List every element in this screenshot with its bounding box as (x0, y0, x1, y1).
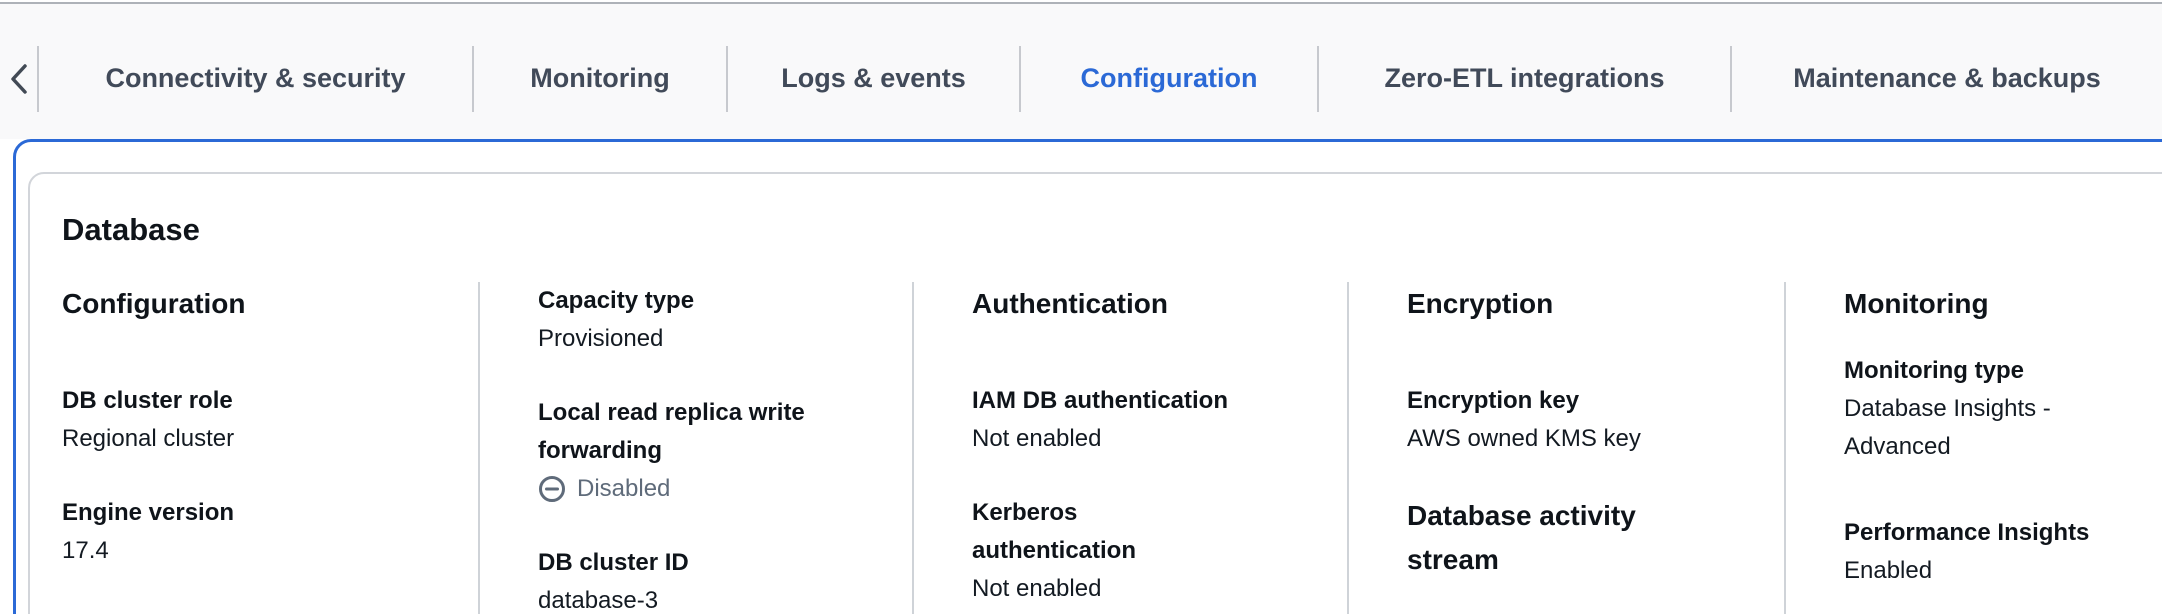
field-label: DB cluster role (62, 382, 448, 420)
field-value: Database Insights - Advanced (1844, 390, 2162, 466)
field-value: Not enabled (972, 570, 1317, 608)
chevron-left-icon (9, 63, 29, 95)
field-label: Engine lifecycle support (62, 606, 448, 614)
field-label: Performance Insights (1844, 514, 2162, 552)
field-encryption-key: Encryption key AWS owned KMS key (1407, 382, 1754, 458)
field-capacity-type: Capacity type Provisioned (538, 282, 882, 358)
summary-columns: Configuration DB cluster role Regional c… (62, 282, 2162, 614)
tab-maintenance-backups[interactable]: Maintenance & backups (1732, 18, 2162, 139)
field-value: database-3 (538, 582, 882, 614)
field-db-cluster-role: DB cluster role Regional cluster (62, 382, 448, 458)
minus-circle-icon (538, 475, 566, 503)
database-card: Database Configuration DB cluster role R… (28, 172, 2162, 614)
section-encryption: Encryption Encryption key AWS owned KMS … (1347, 282, 1784, 614)
field-value: Not enabled (972, 420, 1317, 458)
field-value: Enabled (1844, 552, 2162, 590)
field-value: 17.4 (62, 532, 448, 570)
rds-configuration-page: Connectivity & security Monitoring Logs … (0, 0, 2162, 614)
section-monitoring: Monitoring Monitoring type Database Insi… (1784, 282, 2162, 614)
field-local-read-replica-write-forwarding: Local read replica write forwarding Disa… (538, 394, 882, 508)
section-heading: Authentication (972, 282, 1317, 326)
field-label: Monitoring type (1844, 352, 2162, 390)
section-configuration: Configuration DB cluster role Regional c… (62, 282, 478, 614)
field-kerberos-authentication: Kerberos authentication Not enabled (972, 494, 1317, 608)
field-engine-version: Engine version 17.4 (62, 494, 448, 570)
field-label: Encryption key (1407, 382, 1754, 420)
field-value: AWS owned KMS key (1407, 420, 1754, 458)
field-value: Regional cluster (62, 420, 448, 458)
tab-zero-etl-integrations[interactable]: Zero-ETL integrations (1319, 18, 1730, 139)
field-iam-db-authentication: IAM DB authentication Not enabled (972, 382, 1317, 458)
detail-tabs: Connectivity & security Monitoring Logs … (0, 4, 2162, 139)
tab-logs-events[interactable]: Logs & events (728, 18, 1019, 139)
field-label: IAM DB authentication (972, 382, 1317, 420)
section-heading: Configuration (62, 282, 448, 326)
field-label: DB cluster ID (538, 544, 882, 582)
field-value: Provisioned (538, 320, 882, 358)
field-label: Capacity type (538, 282, 882, 320)
section-authentication: Authentication IAM DB authentication Not… (912, 282, 1347, 614)
field-label: Engine version (62, 494, 448, 532)
field-monitoring-type: Monitoring type Database Insights - Adva… (1844, 352, 2162, 466)
tab-configuration[interactable]: Configuration (1021, 18, 1317, 139)
section-heading: Encryption (1407, 282, 1754, 326)
tab-monitoring[interactable]: Monitoring (474, 18, 726, 139)
tabs-scroll-left-button[interactable] (0, 18, 37, 139)
field-performance-insights: Performance Insights Enabled (1844, 514, 2162, 590)
field-label: Kerberos authentication (972, 494, 1317, 570)
section-heading: Monitoring (1844, 282, 2162, 326)
section-heading-database-activity-stream: Database activity stream (1407, 494, 1754, 582)
field-db-cluster-id: DB cluster ID database-3 (538, 544, 882, 614)
status-text: Disabled (577, 475, 670, 503)
card-title: Database (62, 210, 2162, 250)
section-configuration-continued: Capacity type Provisioned Local read rep… (478, 282, 912, 614)
tab-connectivity-security[interactable]: Connectivity & security (39, 18, 472, 139)
status-row: Disabled (538, 470, 882, 508)
field-label: Local read replica write forwarding (538, 394, 882, 470)
field-engine-lifecycle-support: Engine lifecycle support (62, 606, 448, 614)
